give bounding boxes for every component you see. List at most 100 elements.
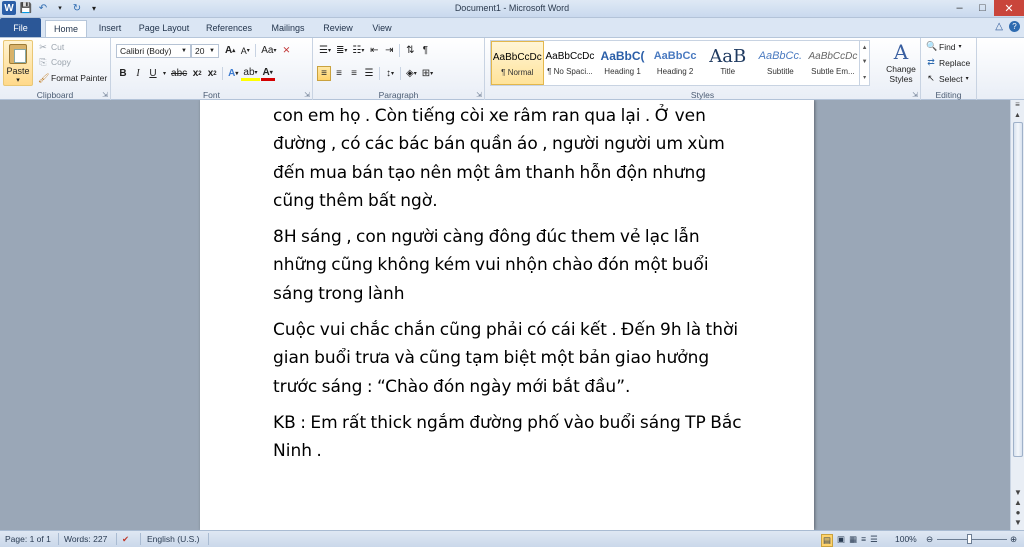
replace-button[interactable]: ⇄ Replace	[926, 57, 970, 68]
minimize-ribbon-icon[interactable]: △	[995, 21, 1003, 32]
previous-page-icon[interactable]: ▲	[1011, 498, 1024, 508]
font-row-1: A ▴ A ▾ Aa ▾ ⨯	[223, 43, 294, 58]
paragraph[interactable]: con em họ . Còn tiếng còi xe râm ran qua…	[273, 102, 748, 215]
sort-icon[interactable]: ⇅	[403, 43, 417, 58]
tab-references[interactable]: References	[200, 20, 258, 37]
multilevel-list-icon[interactable]: ☷ ▾	[350, 43, 366, 58]
more-styles-icon[interactable]: ▾	[863, 74, 866, 81]
highlight-color-icon[interactable]: ab ▾	[241, 66, 260, 81]
style-heading-2[interactable]: AaBbCc Heading 2	[649, 41, 702, 85]
font-name-dropdown[interactable]: Calibri (Body) ▼	[116, 44, 191, 58]
change-styles-button[interactable]: A Change Styles	[882, 40, 920, 84]
styles-launcher-icon[interactable]: ⇲	[912, 91, 918, 99]
zoom-slider-thumb[interactable]	[967, 534, 972, 544]
select-browse-object-icon[interactable]: ●	[1011, 508, 1024, 518]
vertical-scrollbar[interactable]: ≡ ▲ ▼ ▲ ● ▼	[1010, 100, 1024, 530]
paragraph[interactable]: Cuộc vui chắc chắn cũng phải có cái kết …	[273, 316, 748, 401]
help-icon[interactable]: ?	[1009, 21, 1020, 32]
paste-button[interactable]: Paste ▾	[3, 40, 33, 86]
align-left-icon[interactable]: ≡	[317, 66, 331, 81]
paste-dropdown-icon[interactable]: ▾	[4, 76, 32, 84]
minimize-icon[interactable]: –	[948, 0, 971, 16]
scroll-down-icon[interactable]: ▼	[862, 59, 868, 65]
restore-icon[interactable]: □	[971, 0, 994, 16]
proofing-icon[interactable]: ✔	[122, 534, 129, 545]
paragraph[interactable]: KB : Em rất thick ngắm đường phố vào buổ…	[273, 409, 748, 466]
bullets-icon[interactable]: ☰ ▾	[317, 43, 333, 58]
justify-icon[interactable]: ☰	[362, 66, 376, 81]
zoom-out-icon[interactable]: ⊖	[926, 534, 933, 545]
tab-view[interactable]: View	[364, 20, 400, 37]
tab-file[interactable]: File	[0, 18, 41, 37]
draft-icon[interactable]: ☰	[870, 534, 878, 547]
zoom-in-icon[interactable]: ⊕	[1010, 534, 1017, 545]
scroll-down-icon[interactable]: ▼	[1011, 488, 1024, 498]
tab-home[interactable]: Home	[45, 20, 87, 37]
zoom-slider[interactable]	[937, 539, 1007, 540]
italic-icon[interactable]: I	[131, 66, 145, 81]
word-count[interactable]: Words: 227	[64, 534, 107, 544]
language[interactable]: English (U.S.)	[147, 534, 199, 544]
tab-insert[interactable]: Insert	[92, 20, 128, 37]
style-sample: AaBbCc.	[758, 50, 803, 62]
full-screen-reading-icon[interactable]: ▣	[837, 534, 845, 547]
page-count[interactable]: Page: 1 of 1	[5, 534, 51, 544]
font-color-icon[interactable]: A ▾	[260, 66, 275, 81]
decrease-indent-icon[interactable]: ⇤	[367, 43, 381, 58]
format-painter-button[interactable]: 🖌 Format Painter	[38, 72, 107, 84]
align-center-icon[interactable]: ≡	[332, 66, 346, 81]
underline-dropdown-icon[interactable]: ▾	[161, 66, 168, 81]
style-sample: AaBbCc	[653, 50, 697, 62]
shrink-font-icon[interactable]: A ▾	[238, 43, 252, 58]
find-button[interactable]: 🔍 Find ▾	[926, 41, 962, 52]
scroll-up-icon[interactable]: ▲	[862, 45, 868, 51]
style-sample: AaBbCcDc	[492, 51, 542, 63]
print-layout-icon[interactable]: ▤	[821, 534, 834, 547]
change-case-icon[interactable]: Aa ▾	[259, 43, 278, 58]
tab-review[interactable]: Review	[318, 20, 358, 37]
style-no-spacing[interactable]: AaBbCcDc ¶ No Spaci...	[544, 41, 597, 85]
clipboard-launcher-icon[interactable]: ⇲	[102, 91, 108, 99]
borders-icon[interactable]: ⊞ ▾	[420, 66, 435, 81]
shading-icon[interactable]: ◈ ▾	[404, 66, 419, 81]
text-effects-icon[interactable]: A ▾	[226, 66, 240, 81]
copy-button[interactable]: ⎘ Copy	[38, 56, 70, 68]
subscript-icon[interactable]: x2	[190, 66, 204, 81]
style-normal[interactable]: AaBbCcDc ¶ Normal	[491, 41, 544, 85]
clear-formatting-icon[interactable]: ⨯	[280, 43, 294, 58]
style-subtle-emphasis[interactable]: AaBbCcDc Subtle Em...	[807, 41, 860, 85]
scroll-thumb[interactable]	[1013, 122, 1023, 457]
paragraph[interactable]: 8H sáng , con người càng đông đúc them v…	[273, 223, 748, 308]
tab-page-layout[interactable]: Page Layout	[134, 20, 194, 37]
view-buttons: ▤ ▣ ▦ ≡ ☰	[821, 534, 878, 547]
increase-indent-icon[interactable]: ⇥	[382, 43, 396, 58]
paragraph-launcher-icon[interactable]: ⇲	[476, 91, 482, 99]
font-size-dropdown[interactable]: 20 ▼	[191, 44, 219, 58]
style-subtitle[interactable]: AaBbCc. Subtitle	[754, 41, 807, 85]
grow-font-icon[interactable]: A ▴	[223, 43, 237, 58]
ruler-toggle-icon[interactable]: ≡	[1011, 100, 1024, 112]
document-page[interactable]: con em họ . Còn tiếng còi xe râm ran qua…	[200, 100, 814, 530]
style-title[interactable]: AaB Title	[701, 41, 754, 85]
line-spacing-icon[interactable]: ↕ ▾	[383, 66, 397, 81]
align-right-icon[interactable]: ≡	[347, 66, 361, 81]
close-icon[interactable]: ✕	[994, 0, 1024, 16]
select-button[interactable]: ↖ Select ▾	[926, 73, 968, 84]
tab-mailings[interactable]: Mailings	[264, 20, 312, 37]
style-heading-1[interactable]: AaBbC( Heading 1	[596, 41, 649, 85]
numbering-icon[interactable]: ≣ ▾	[334, 43, 349, 58]
separator	[116, 533, 117, 545]
document-body[interactable]: con em họ . Còn tiếng còi xe râm ran qua…	[273, 102, 748, 474]
font-launcher-icon[interactable]: ⇲	[304, 91, 310, 99]
superscript-icon[interactable]: x2	[205, 66, 219, 81]
styles-gallery-scroll[interactable]: ▲ ▼ ▾	[859, 41, 869, 85]
next-page-icon[interactable]: ▼	[1011, 518, 1024, 528]
underline-icon[interactable]: U	[146, 66, 160, 81]
web-layout-icon[interactable]: ▦	[849, 534, 857, 547]
outline-icon[interactable]: ≡	[861, 534, 866, 547]
bold-icon[interactable]: B	[116, 66, 130, 81]
strikethrough-icon[interactable]: abc	[169, 66, 189, 81]
cut-button[interactable]: ✂ Cut	[38, 41, 64, 53]
zoom-level[interactable]: 100%	[895, 534, 917, 544]
show-hide-icon[interactable]: ¶	[418, 43, 432, 58]
